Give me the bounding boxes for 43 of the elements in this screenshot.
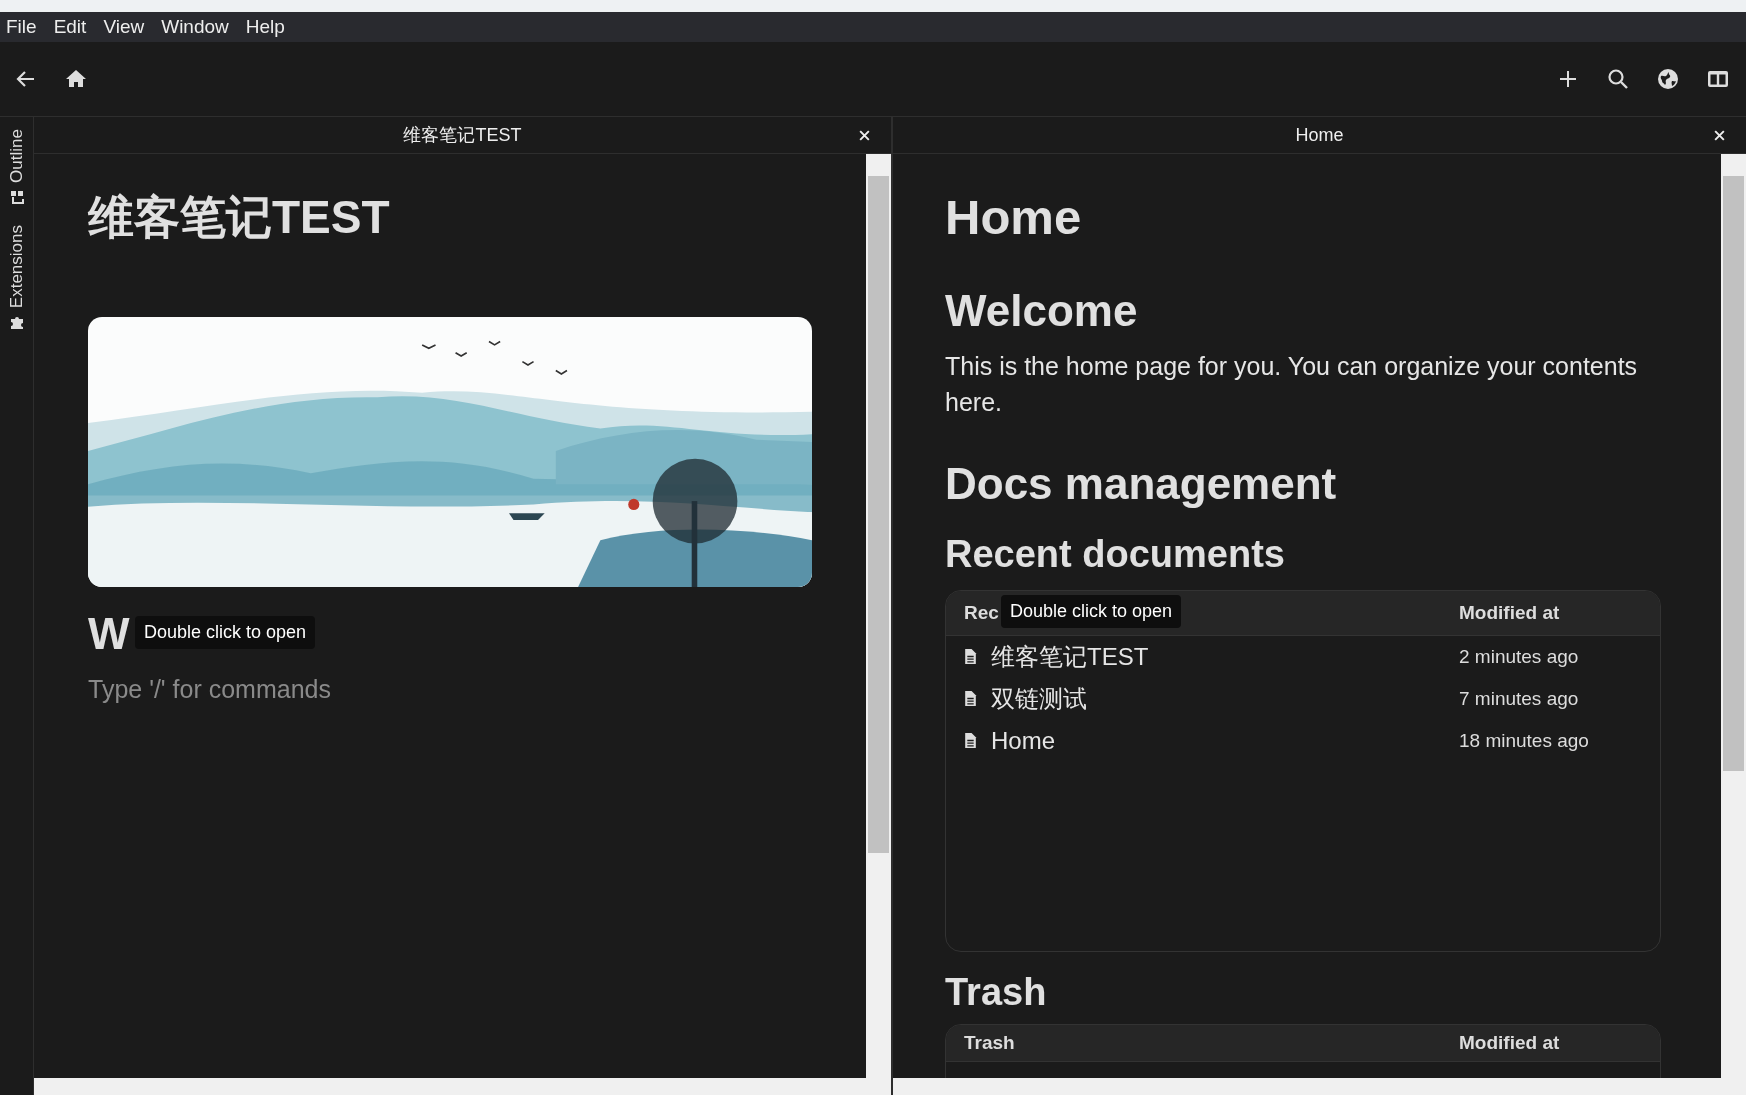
tab-title[interactable]: Home <box>1295 124 1344 146</box>
tab-title[interactable]: 维客笔记TEST <box>403 123 522 147</box>
close-icon[interactable] <box>858 128 871 142</box>
puzzle-icon <box>8 314 25 331</box>
menu-item[interactable]: Edit <box>51 16 96 38</box>
section-heading: Trash <box>945 970 1048 1015</box>
table-cell: 2 minutes ago <box>1459 646 1579 668</box>
document-icon <box>964 732 977 750</box>
scrollbar[interactable] <box>866 154 891 1078</box>
tooltip: Double click to open <box>135 616 316 650</box>
column-header: Trash <box>964 1031 1015 1053</box>
scrollbar[interactable] <box>893 1078 1746 1095</box>
page-title: Home <box>945 189 1083 246</box>
sidebar-tab[interactable]: Extensions <box>6 224 27 331</box>
scrollbar[interactable] <box>34 1078 891 1095</box>
document-link[interactable]: Home <box>991 727 1056 755</box>
document-title: 维客笔记TEST <box>88 190 391 245</box>
menu-item[interactable]: Window <box>159 16 238 38</box>
document-icon <box>964 648 977 666</box>
close-icon[interactable] <box>1713 128 1726 142</box>
table-cell: 7 minutes ago <box>1459 688 1579 710</box>
globe-icon[interactable] <box>1656 67 1680 91</box>
section-heading: Recent documents <box>945 532 1286 578</box>
sidebar-tab[interactable]: Outline <box>6 129 27 205</box>
scrollbar[interactable] <box>1721 154 1746 1078</box>
document-link[interactable]: 维客笔记TEST <box>991 641 1149 673</box>
document-link[interactable]: 双链测试 <box>991 683 1087 715</box>
table-cell: 18 minutes ago <box>1459 730 1589 752</box>
menu-item[interactable]: Help <box>243 16 294 38</box>
column-header: Rec <box>964 602 999 623</box>
outline-icon <box>8 188 25 205</box>
section-heading: W <box>88 608 130 661</box>
section-heading: Docs management <box>945 457 1338 510</box>
column-header: Modified at <box>1459 1031 1560 1054</box>
welcome-paragraph: This is the home page for you. You can organize your contents here. <box>945 350 1639 418</box>
search-icon[interactable] <box>1606 67 1630 91</box>
section-heading: Welcome <box>945 284 1139 337</box>
document-icon <box>964 690 977 708</box>
editor-input[interactable]: Type '/' for commands <box>88 675 588 705</box>
column-header: Modified at <box>1459 602 1560 624</box>
menu-item[interactable]: View <box>101 16 154 38</box>
tooltip: Double click to open <box>1001 595 1182 628</box>
menu-item[interactable]: File <box>4 16 46 38</box>
